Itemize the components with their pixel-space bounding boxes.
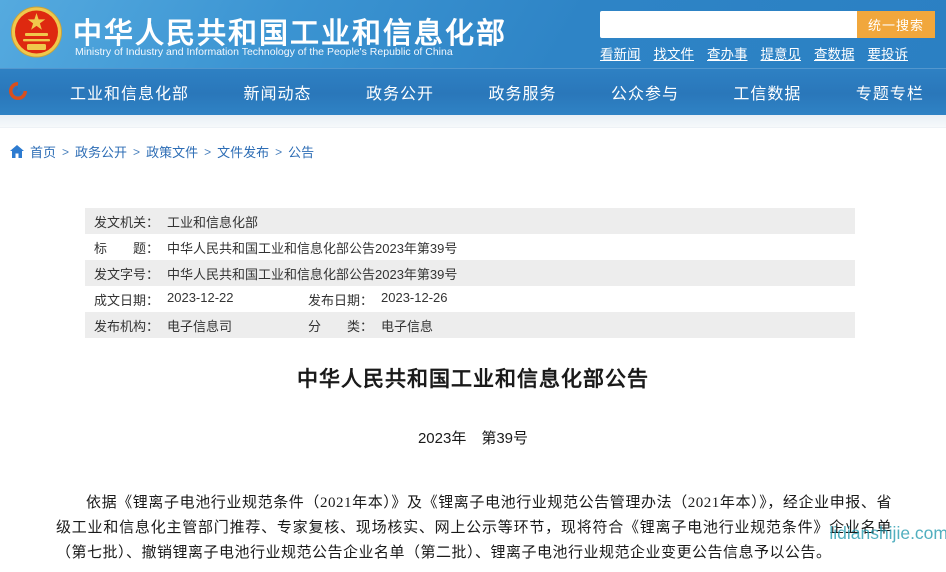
announcement-title: 中华人民共和国工业和信息化部公告 <box>297 368 649 391</box>
breadcrumb-gov-affairs[interactable]: 政务公开 <box>75 142 127 161</box>
breadcrumb-announcement[interactable]: 公告 <box>288 142 314 161</box>
nav-item-miit[interactable]: 工业和信息化部 <box>70 80 189 104</box>
table-row: 发文字号： 中华人民共和国工业和信息化部公告2023年第39号 <box>85 260 855 286</box>
quick-link-documents[interactable]: 找文件 <box>654 43 695 63</box>
meta-label: 分 类： <box>308 318 374 334</box>
nav-item-gov-affairs[interactable]: 政务公开 <box>366 80 434 104</box>
nav-item-gov-services[interactable]: 政务服务 <box>488 80 556 104</box>
breadcrumb-separator: > <box>133 144 141 159</box>
breadcrumb-separator: > <box>62 144 70 159</box>
breadcrumb-document-release[interactable]: 文件发布 <box>217 142 269 161</box>
meta-label: 发布机构： <box>94 318 160 334</box>
header-quick-links: 看新闻 找文件 查办事 提意见 查数据 要投诉 <box>600 43 908 63</box>
meta-label: 成文日期： <box>94 292 160 308</box>
meta-value: 中华人民共和国工业和信息化部公告2023年第39号 <box>167 266 458 282</box>
breadcrumb-separator: > <box>204 144 212 159</box>
nav-item-public-participation[interactable]: 公众参与 <box>611 80 679 104</box>
miit-logo-icon <box>9 82 27 100</box>
page: 中华人民共和国工业和信息化部 Ministry of Industry and … <box>0 0 946 572</box>
breadcrumb-policy-documents[interactable]: 政策文件 <box>146 142 198 161</box>
meta-value: 2023-12-26 <box>381 289 448 305</box>
announcement-issue-number: 2023年 第39号 <box>417 430 529 447</box>
meta-publish-date: 发布日期： 2023-12-26 <box>308 290 448 309</box>
meta-written-date: 成文日期： 2023-12-22 <box>94 290 308 309</box>
breadcrumb-separator: > <box>275 144 283 159</box>
nav-sub-strip <box>0 115 946 128</box>
meta-publishing-agency: 发布机构： 电子信息司 <box>94 316 308 335</box>
table-row: 发布机构： 电子信息司 分 类： 电子信息 <box>85 312 855 338</box>
main-nav: 工业和信息化部 新闻动态 政务公开 政务服务 公众参与 工信数据 专题专栏 <box>0 68 946 115</box>
search-box: 统一搜索 <box>600 11 935 38</box>
nav-item-industry-data[interactable]: 工信数据 <box>733 80 801 104</box>
quick-link-feedback[interactable]: 提意见 <box>761 43 802 63</box>
document-meta-table: 发文机关： 工业和信息化部 标 题： 中华人民共和国工业和信息化部公告2023年… <box>85 208 855 338</box>
table-row: 成文日期： 2023-12-22 发布日期： 2023-12-26 <box>85 286 855 312</box>
meta-value: 中华人民共和国工业和信息化部公告2023年第39号 <box>167 240 458 256</box>
nav-item-special-topics[interactable]: 专题专栏 <box>856 80 924 104</box>
site-header: 中华人民共和国工业和信息化部 Ministry of Industry and … <box>0 0 946 68</box>
quick-link-news[interactable]: 看新闻 <box>600 43 641 63</box>
quick-link-data[interactable]: 查数据 <box>814 43 855 63</box>
meta-label: 发文字号： <box>94 266 160 282</box>
meta-value: 电子信息 <box>381 318 434 334</box>
unified-search-button[interactable]: 统一搜索 <box>857 11 935 38</box>
site-watermark: lidianshijie.com <box>829 523 946 543</box>
quick-link-complaint[interactable]: 要投诉 <box>868 43 909 63</box>
meta-label: 发文机关： <box>94 214 160 230</box>
quick-link-services[interactable]: 查办事 <box>707 43 748 63</box>
meta-category: 分 类： 电子信息 <box>308 316 433 335</box>
announcement-body-paragraph: 依据《锂离子电池行业规范条件（2021年本）》及《锂离子电池行业规范公告管理办法… <box>56 495 892 561</box>
nav-items: 工业和信息化部 新闻动态 政务公开 政务服务 公众参与 工信数据 专题专栏 <box>70 68 924 115</box>
table-row: 标 题： 中华人民共和国工业和信息化部公告2023年第39号 <box>85 234 855 260</box>
breadcrumb-home[interactable]: 首页 <box>30 142 56 161</box>
national-emblem-icon <box>11 6 62 58</box>
site-subtitle: Ministry of Industry and Information Tec… <box>75 46 453 58</box>
meta-label: 标 题： <box>94 240 160 256</box>
breadcrumb: 首页 > 政务公开 > 政策文件 > 文件发布 > 公告 <box>10 142 314 161</box>
meta-value: 电子信息司 <box>167 318 233 334</box>
table-row: 发文机关： 工业和信息化部 <box>85 208 855 234</box>
meta-value: 工业和信息化部 <box>167 214 259 230</box>
search-input[interactable] <box>600 11 857 38</box>
nav-item-news[interactable]: 新闻动态 <box>243 80 311 104</box>
home-icon[interactable] <box>10 145 24 158</box>
meta-label: 发布日期： <box>308 292 374 308</box>
meta-value: 2023-12-22 <box>167 289 234 305</box>
meta-issuing-agency: 发文机关： 工业和信息化部 <box>94 212 258 231</box>
meta-title: 标 题： 中华人民共和国工业和信息化部公告2023年第39号 <box>94 238 457 257</box>
meta-document-number: 发文字号： 中华人民共和国工业和信息化部公告2023年第39号 <box>94 264 457 283</box>
